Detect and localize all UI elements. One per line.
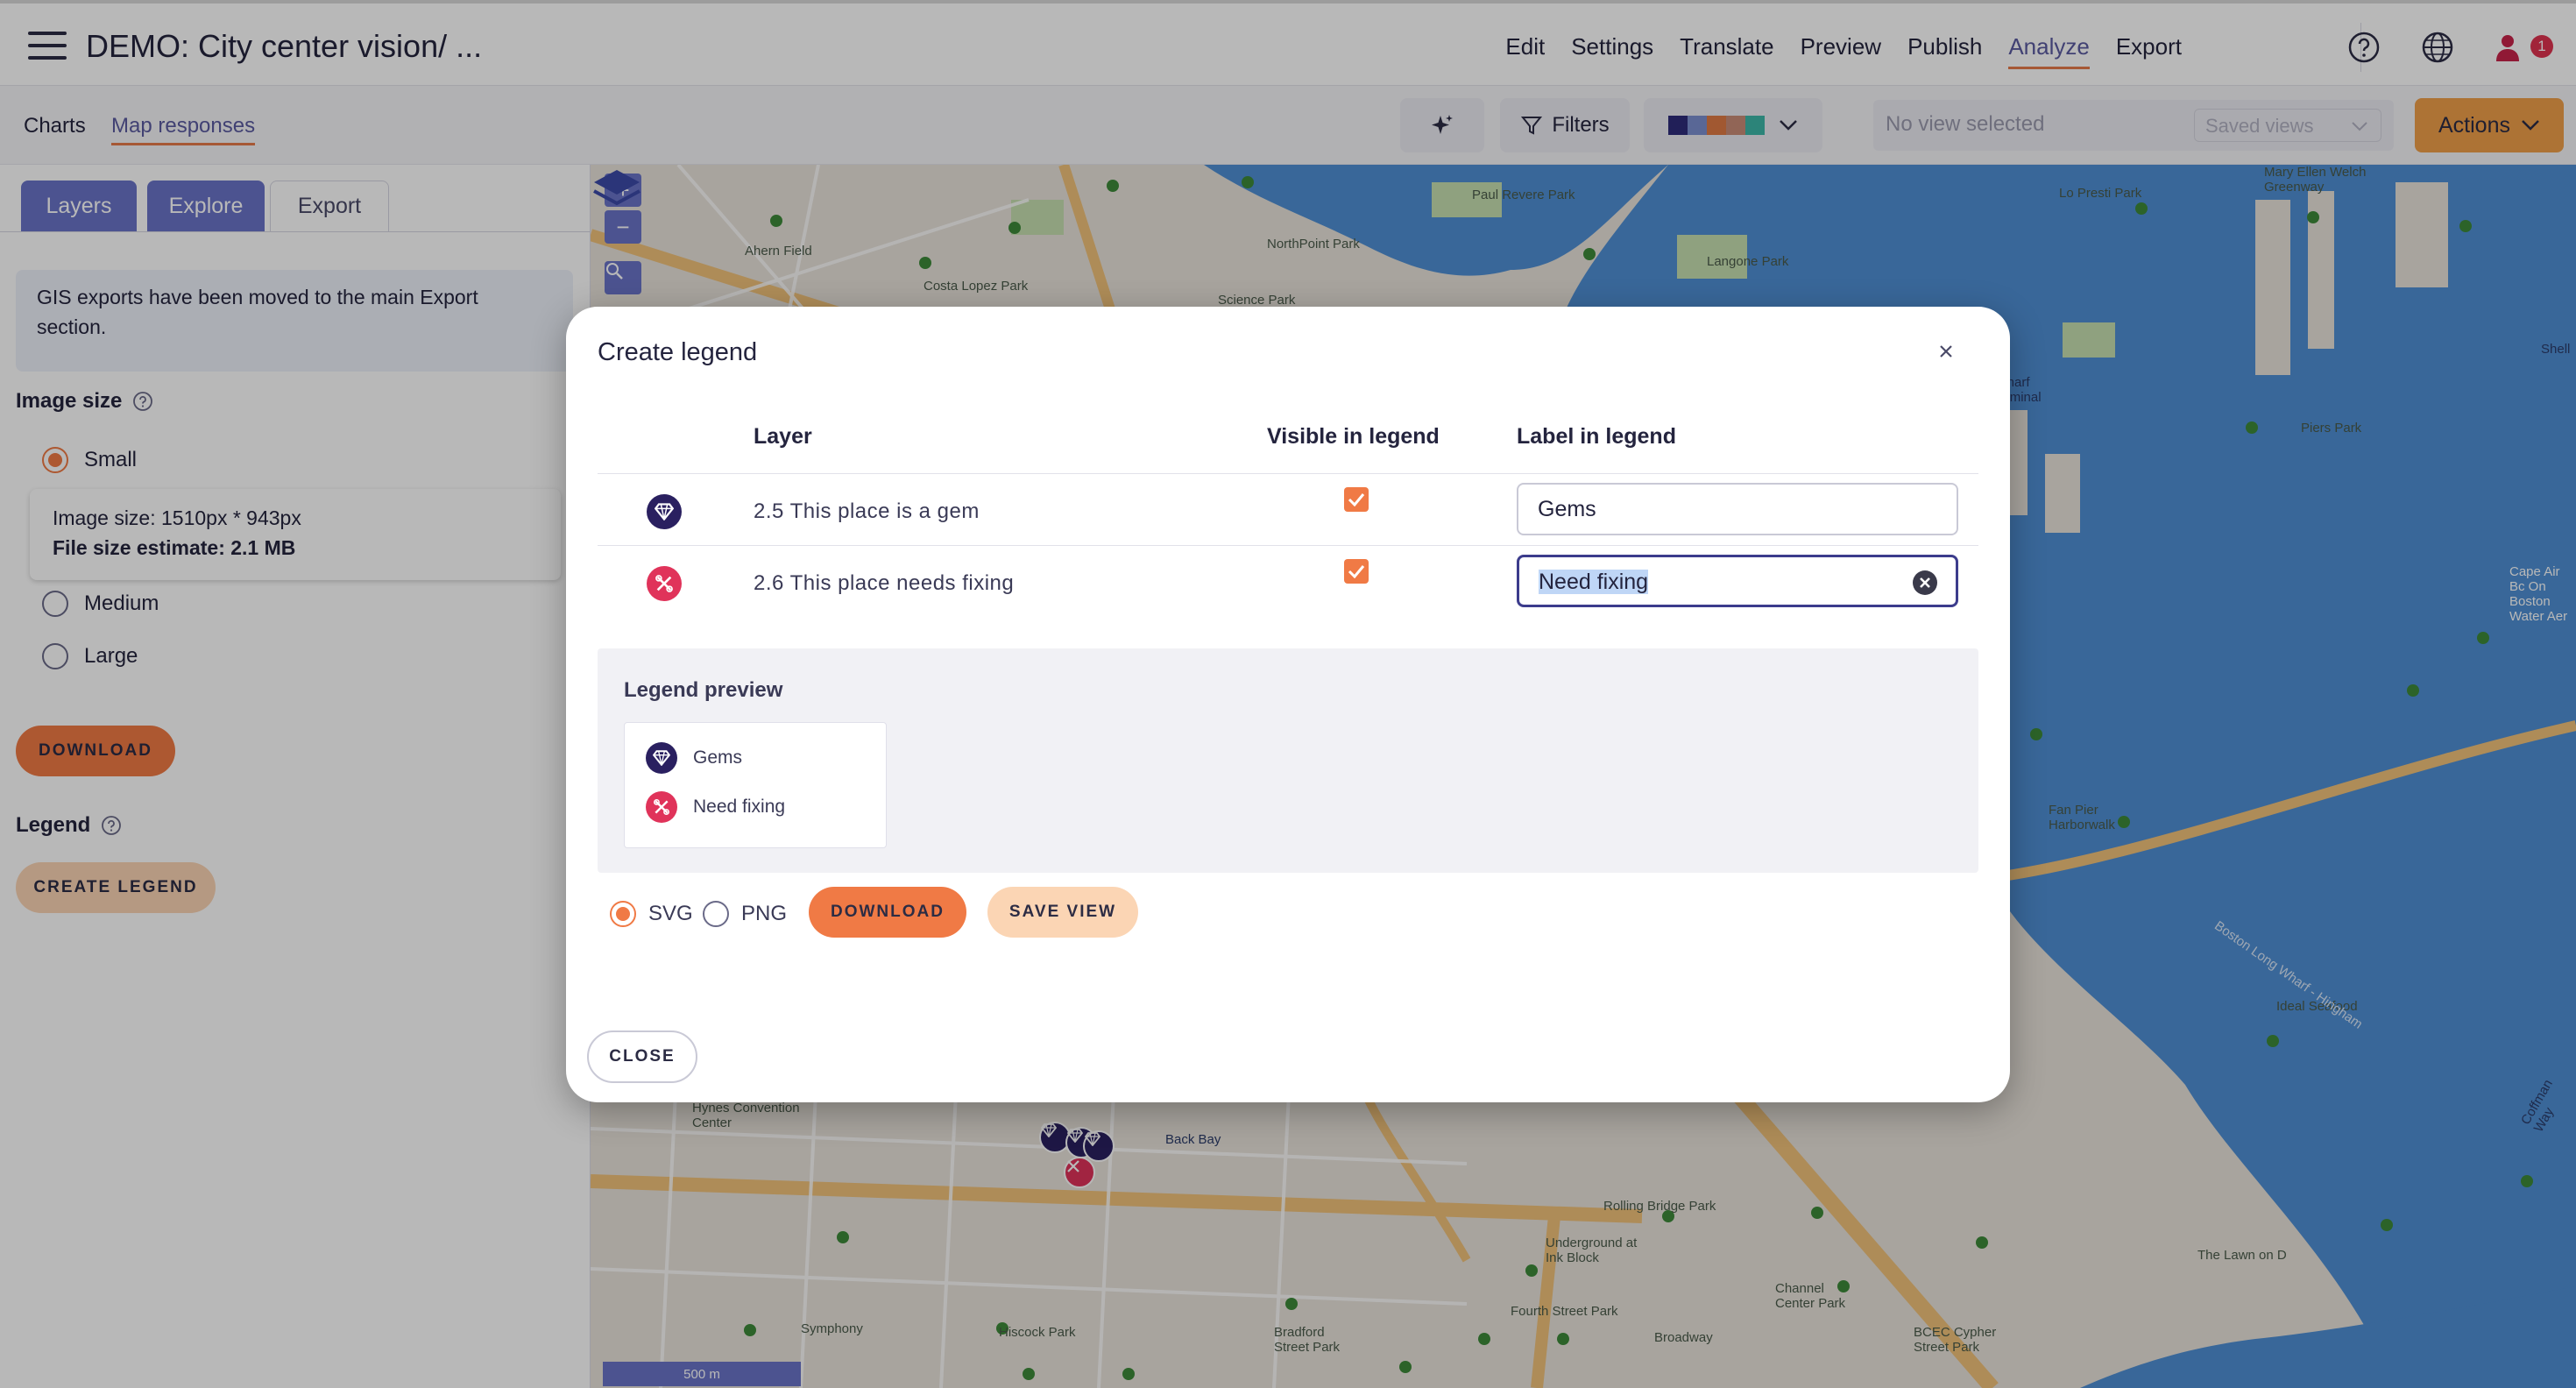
check-icon xyxy=(1348,493,1365,506)
row-divider xyxy=(598,473,1978,474)
legend-preview-label: Need fixing xyxy=(693,797,786,817)
format-svg-label: SVG xyxy=(648,902,693,925)
radio-png[interactable] xyxy=(703,901,729,927)
legend-label-value: Need fixing xyxy=(1539,570,1649,594)
legend-preview-card: Gems Need fixing xyxy=(624,722,887,848)
close-button[interactable]: CLOSE xyxy=(587,1030,697,1083)
format-png-label: PNG xyxy=(741,902,788,925)
column-layer: Layer xyxy=(754,424,812,449)
download-legend-button[interactable]: DOWNLOAD xyxy=(809,887,966,938)
legend-preview-panel: Legend preview Gems Need fixing xyxy=(598,648,1978,873)
clear-icon[interactable] xyxy=(1912,570,1938,596)
column-label: Label in legend xyxy=(1517,424,1676,449)
row-divider xyxy=(598,545,1978,546)
column-visible: Visible in legend xyxy=(1267,424,1440,449)
legend-label-input-fixing[interactable]: Need fixing xyxy=(1517,555,1958,607)
visible-checkbox-fixing[interactable] xyxy=(1344,559,1369,584)
format-svg-option[interactable]: SVG xyxy=(610,901,693,927)
create-legend-dialog: Create legend Layer Visible in legend La… xyxy=(566,307,2010,1102)
visible-checkbox-gems[interactable] xyxy=(1344,487,1369,512)
radio-svg[interactable] xyxy=(610,901,636,927)
legend-preview-label: Gems xyxy=(693,747,743,768)
gem-icon xyxy=(646,742,677,774)
dialog-title: Create legend xyxy=(598,338,758,366)
gem-icon xyxy=(647,494,682,529)
legend-label-input-gems[interactable]: Gems xyxy=(1517,483,1958,535)
tools-icon xyxy=(647,566,682,601)
legend-label-value: Gems xyxy=(1538,497,1596,521)
format-png-option[interactable]: PNG xyxy=(703,901,787,927)
legend-preview-item: Gems xyxy=(646,742,742,774)
tools-icon xyxy=(646,791,677,823)
save-view-button[interactable]: SAVE VIEW xyxy=(987,887,1138,938)
layer-name-fixing: 2.6 This place needs fixing xyxy=(754,571,1015,595)
layer-name-gems: 2.5 This place is a gem xyxy=(754,499,980,523)
check-icon xyxy=(1348,565,1365,578)
legend-preview-item: Need fixing xyxy=(646,791,785,823)
legend-preview-heading: Legend preview xyxy=(624,678,783,702)
close-icon[interactable] xyxy=(1935,340,1957,363)
